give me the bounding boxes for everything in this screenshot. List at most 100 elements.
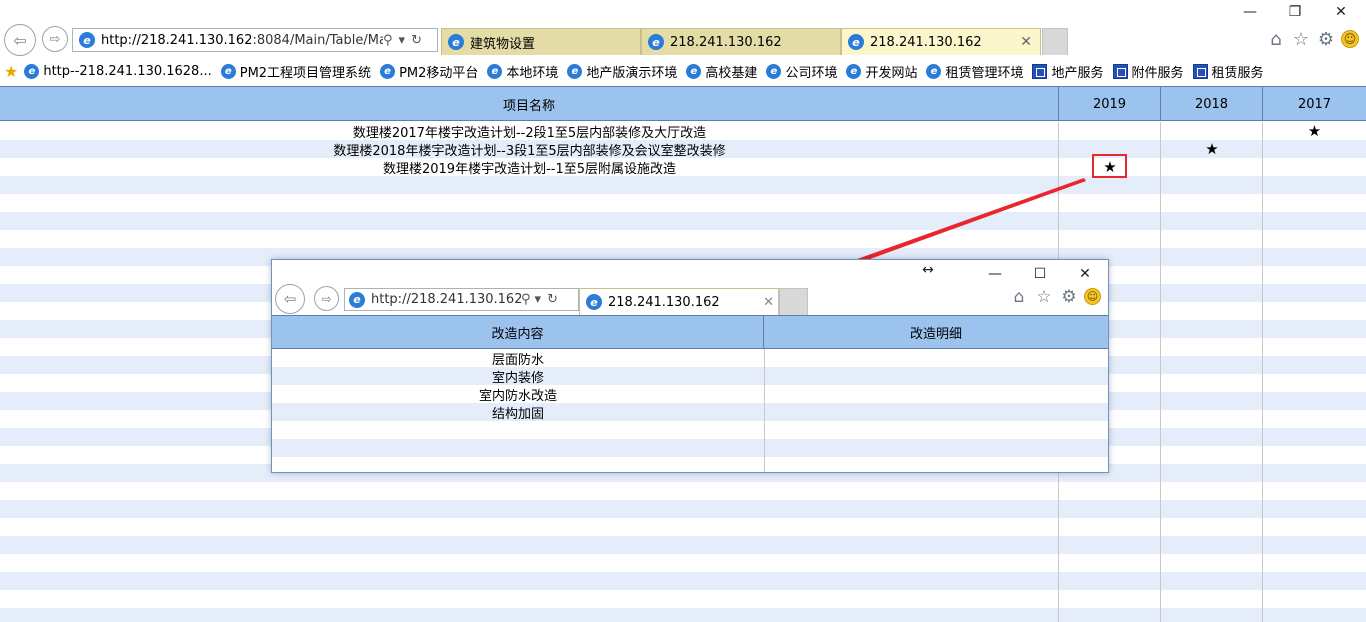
fav-item[interactable]: e 地产版演示环境 <box>567 62 677 81</box>
fav-item[interactable]: e PM2移动平台 <box>380 62 478 81</box>
fav-label: 地产版演示环境 <box>586 65 678 81</box>
address-text[interactable]: http://218.241.130.162:808 <box>371 292 521 307</box>
address-host: http://218.241.130.162 <box>101 32 253 48</box>
address-bar[interactable]: e http://218.241.130.162:8084/Main/Table… <box>72 28 438 52</box>
forward-button[interactable]: ⇨ <box>42 26 68 52</box>
back-arrow-icon: ⇦ <box>13 30 27 50</box>
tab-building-settings[interactable]: e 建筑物设置 <box>441 28 641 55</box>
fav-item[interactable]: 地产服务 <box>1032 62 1104 81</box>
address-text[interactable]: http://218.241.130.162:8084/Main/Table/M… <box>101 33 383 48</box>
feedback-smiley-icon[interactable]: ☺ <box>1084 288 1101 305</box>
header-renovation-content[interactable]: 改造内容 <box>272 316 764 349</box>
fav-label: 租赁管理环境 <box>945 65 1024 81</box>
ie-page-icon: e <box>349 291 365 308</box>
ie-fav-icon: e <box>380 63 396 79</box>
fav-label: 租赁服务 <box>1211 65 1264 81</box>
refresh-icon[interactable]: ↻ <box>547 292 558 307</box>
header-year-2019[interactable]: 2019 <box>1059 87 1161 121</box>
new-tab-button[interactable] <box>779 288 808 315</box>
table-row[interactable]: 结构加固 <box>272 403 764 422</box>
star-icon[interactable]: ★ <box>1161 140 1263 158</box>
table-row[interactable]: 数理楼2017年楼宇改造计划--2段1至5层内部装修及大厅改造 ★ <box>0 122 1366 141</box>
service-grid-icon <box>1112 63 1128 79</box>
dropdown-icon[interactable]: ▾ <box>399 33 406 48</box>
ie-fav-icon: e <box>766 63 782 79</box>
forward-button[interactable]: ⇨ <box>314 286 339 311</box>
ie-tab-icon: e <box>648 34 664 50</box>
fav-item[interactable]: 租赁服务 <box>1192 62 1264 81</box>
back-button[interactable]: ⇦ <box>275 284 305 314</box>
table-row[interactable]: 数理楼2019年楼宇改造计划--1至5层附属设施改造 ★ <box>0 158 1366 177</box>
search-icon[interactable]: ⚲ <box>383 33 393 48</box>
ie-fav-icon: e <box>220 63 236 79</box>
fav-item[interactable]: e http--218.241.130.1628... <box>24 63 212 79</box>
refresh-icon[interactable]: ↻ <box>411 33 422 48</box>
table-header: 项目名称 2019 2018 2017 <box>0 87 1366 121</box>
fav-label: PM2移动平台 <box>399 65 479 81</box>
close-window-icon[interactable]: ✕ <box>1075 266 1095 282</box>
home-icon[interactable]: ⌂ <box>1008 287 1030 307</box>
fav-item[interactable]: e PM2工程项目管理系统 <box>220 62 371 81</box>
favorites-star-icon[interactable]: ☆ <box>1033 287 1055 307</box>
project-name-cell[interactable]: 数理楼2017年楼宇改造计划--2段1至5层内部装修及大厅改造 <box>0 122 1059 141</box>
dropdown-icon[interactable]: ▾ <box>535 292 542 307</box>
tab-ip-2-active[interactable]: e 218.241.130.162 ✕ <box>841 28 1041 55</box>
favorites-star-icon[interactable]: ☆ <box>1290 29 1312 50</box>
fav-label: 高校基建 <box>705 65 758 81</box>
column-divider <box>1160 122 1161 622</box>
column-divider <box>1262 122 1263 622</box>
popup-tab[interactable]: e 218.241.130.162 ✕ <box>579 288 779 315</box>
close-tab-icon[interactable]: ✕ <box>1020 34 1032 50</box>
search-icon[interactable]: ⚲ <box>521 292 531 307</box>
table-row[interactable]: 数理楼2018年楼宇改造计划--3段1至5层内部装修及会议室整改装修 ★ <box>0 140 1366 159</box>
feedback-smiley-icon[interactable]: ☺ <box>1341 30 1359 48</box>
ie-page-icon: e <box>79 32 95 48</box>
back-button[interactable]: ⇦ <box>4 24 36 56</box>
popup-chrome: ↔ — ☐ ✕ ⇦ ⇨ e http://218.241.130.162:808… <box>272 260 1108 315</box>
ie-tab-icon: e <box>448 34 464 50</box>
ie-fav-icon: e <box>24 63 40 79</box>
browser-titlebar: ⇦ ⇨ e http://218.241.130.162:8084/Main/T… <box>0 0 1366 56</box>
close-window-icon[interactable]: ✕ <box>1331 4 1351 20</box>
table-row[interactable]: 室内防水改造 <box>272 385 764 404</box>
fav-label: 公司环境 <box>785 65 838 81</box>
restore-icon[interactable]: ❐ <box>1285 4 1305 20</box>
close-tab-icon[interactable]: ✕ <box>763 295 774 310</box>
forward-arrow-icon: ⇨ <box>49 31 61 47</box>
ie-fav-icon: e <box>926 63 942 79</box>
table-row[interactable]: 层面防水 <box>272 349 764 368</box>
fav-item[interactable]: e 公司环境 <box>766 62 837 81</box>
fav-item[interactable]: e 租赁管理环境 <box>926 62 1023 81</box>
tab-label: 建筑物设置 <box>470 36 536 52</box>
table-row[interactable]: 室内装修 <box>272 367 764 386</box>
table-header: 改造内容 改造明细 <box>272 315 1108 349</box>
header-year-2017[interactable]: 2017 <box>1263 87 1366 121</box>
ie-tab-icon: e <box>586 294 602 310</box>
fav-item[interactable]: e 开发网站 <box>846 62 917 81</box>
ie-fav-icon: e <box>686 63 702 79</box>
minimize-icon[interactable]: — <box>985 266 1005 282</box>
gear-icon[interactable]: ⚙ <box>1058 287 1080 307</box>
ie-fav-icon: e <box>846 63 862 79</box>
tab-ip-1[interactable]: e 218.241.130.162 <box>641 28 841 55</box>
project-name-cell[interactable]: 数理楼2019年楼宇改造计划--1至5层附属设施改造 <box>0 158 1059 177</box>
tab-label: 218.241.130.162 <box>670 34 782 50</box>
fav-item[interactable]: e 本地环境 <box>487 62 558 81</box>
popup-address-bar[interactable]: e http://218.241.130.162:808 ⚲ ▾ ↻ <box>344 288 579 311</box>
maximize-icon[interactable]: ☐ <box>1030 266 1050 282</box>
project-name-cell[interactable]: 数理楼2018年楼宇改造计划--3段1至5层内部装修及会议室整改装修 <box>0 140 1059 159</box>
header-project-name[interactable]: 项目名称 <box>0 87 1059 121</box>
fav-label: 开发网站 <box>865 65 918 81</box>
star-icon[interactable]: ★ <box>1263 122 1366 140</box>
header-year-2018[interactable]: 2018 <box>1161 87 1263 121</box>
header-renovation-detail[interactable]: 改造明细 <box>764 316 1108 349</box>
fav-item[interactable]: e 高校基建 <box>686 62 757 81</box>
minimize-icon[interactable]: — <box>1240 4 1260 20</box>
home-icon[interactable]: ⌂ <box>1265 29 1287 50</box>
fav-label: 附件服务 <box>1131 65 1184 81</box>
fav-item[interactable]: 附件服务 <box>1112 62 1184 81</box>
address-path: :8084/Main/Table/MabTab <box>252 32 383 48</box>
gear-icon[interactable]: ⚙ <box>1315 29 1337 50</box>
add-favorite-icon[interactable]: ★ <box>4 62 18 81</box>
new-tab-button[interactable] <box>1042 28 1068 55</box>
